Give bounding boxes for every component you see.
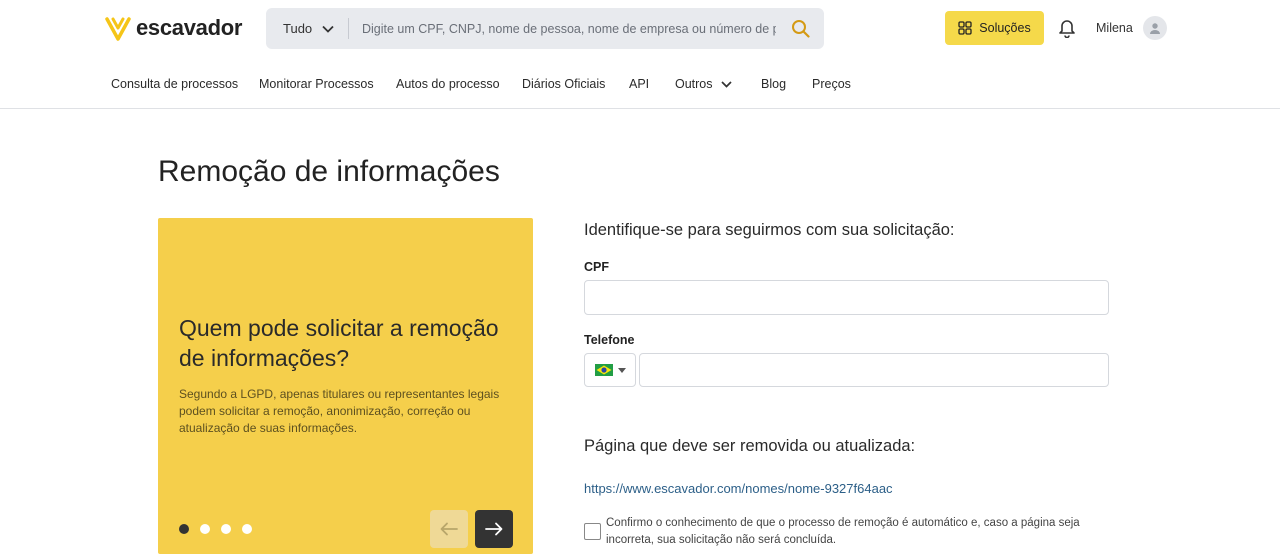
cpf-label: CPF [584, 260, 609, 274]
nav-diarios-oficiais[interactable]: Diários Oficiais [522, 77, 605, 91]
phone-label: Telefone [584, 333, 635, 347]
nav-api[interactable]: API [629, 77, 649, 91]
nav-autos-processo[interactable]: Autos do processo [396, 77, 500, 91]
brazil-flag-icon [594, 364, 613, 376]
nav-monitorar-processos[interactable]: Monitorar Processos [259, 77, 374, 91]
notifications-button[interactable] [1058, 18, 1076, 43]
arrow-right-icon [485, 522, 503, 536]
search-scope-label: Tudo [283, 21, 313, 36]
top-bar: escavador Tudo Soluções Milena [0, 0, 1280, 58]
chevron-down-icon [322, 25, 334, 33]
carousel-prev-button[interactable] [430, 510, 468, 548]
confirm-text: Confirmo o conhecimento de que o process… [606, 517, 1080, 546]
carousel-dot[interactable] [221, 524, 231, 534]
carousel-dot[interactable] [242, 524, 252, 534]
search-input[interactable] [349, 8, 776, 49]
page-title: Remoção de informações [158, 155, 500, 188]
solucoes-button[interactable]: Soluções [945, 11, 1044, 45]
solucoes-label: Soluções [979, 21, 1031, 35]
search-button[interactable] [776, 8, 824, 49]
user-icon [1149, 23, 1160, 34]
nav-outros-dropdown[interactable]: Outros [675, 77, 732, 91]
form-heading: Identifique-se para seguirmos com sua so… [584, 221, 955, 239]
search-scope-select[interactable]: Tudo [266, 8, 348, 49]
logo-text: escavador [136, 15, 243, 40]
user-name: Milena [1096, 21, 1133, 35]
nav-blog[interactable]: Blog [761, 77, 786, 91]
page-url-heading: Página que deve ser removida ou atualiza… [584, 437, 916, 455]
search-bar: Tudo [266, 8, 824, 49]
escavador-logo[interactable]: escavador [104, 14, 242, 42]
carousel-dot[interactable] [200, 524, 210, 534]
nav-precos[interactable]: Preços [812, 77, 851, 91]
cpf-field[interactable] [584, 280, 1109, 315]
carousel-dots [179, 524, 263, 534]
caret-down-icon [617, 367, 626, 373]
user-menu[interactable]: Milena [1096, 16, 1167, 40]
country-code-select[interactable] [584, 353, 636, 387]
info-carousel: Quem pode solicitar a remoção de informa… [158, 218, 533, 554]
logo-icon [105, 17, 131, 41]
avatar [1142, 16, 1167, 40]
carousel-title: Quem pode solicitar a remoção de informa… [179, 315, 499, 371]
carousel-next-button[interactable] [475, 510, 513, 548]
nav-consulta-processos[interactable]: Consulta de processos [111, 77, 238, 91]
arrow-left-icon [440, 522, 458, 536]
bell-icon [1059, 20, 1075, 39]
carousel-dot[interactable] [179, 524, 189, 534]
grid-icon [958, 21, 972, 35]
phone-field[interactable] [639, 353, 1109, 387]
main-nav: Consulta de processos Monitorar Processo… [0, 58, 1280, 109]
nav-outros-label: Outros [675, 77, 713, 91]
carousel-text: Segundo a LGPD, apenas titulares ou repr… [179, 387, 500, 435]
page-url-link[interactable]: https://www.escavador.com/nomes/nome-932… [584, 481, 893, 496]
chevron-down-icon [720, 80, 732, 88]
search-icon [791, 20, 810, 38]
confirm-checkbox[interactable] [584, 523, 601, 540]
